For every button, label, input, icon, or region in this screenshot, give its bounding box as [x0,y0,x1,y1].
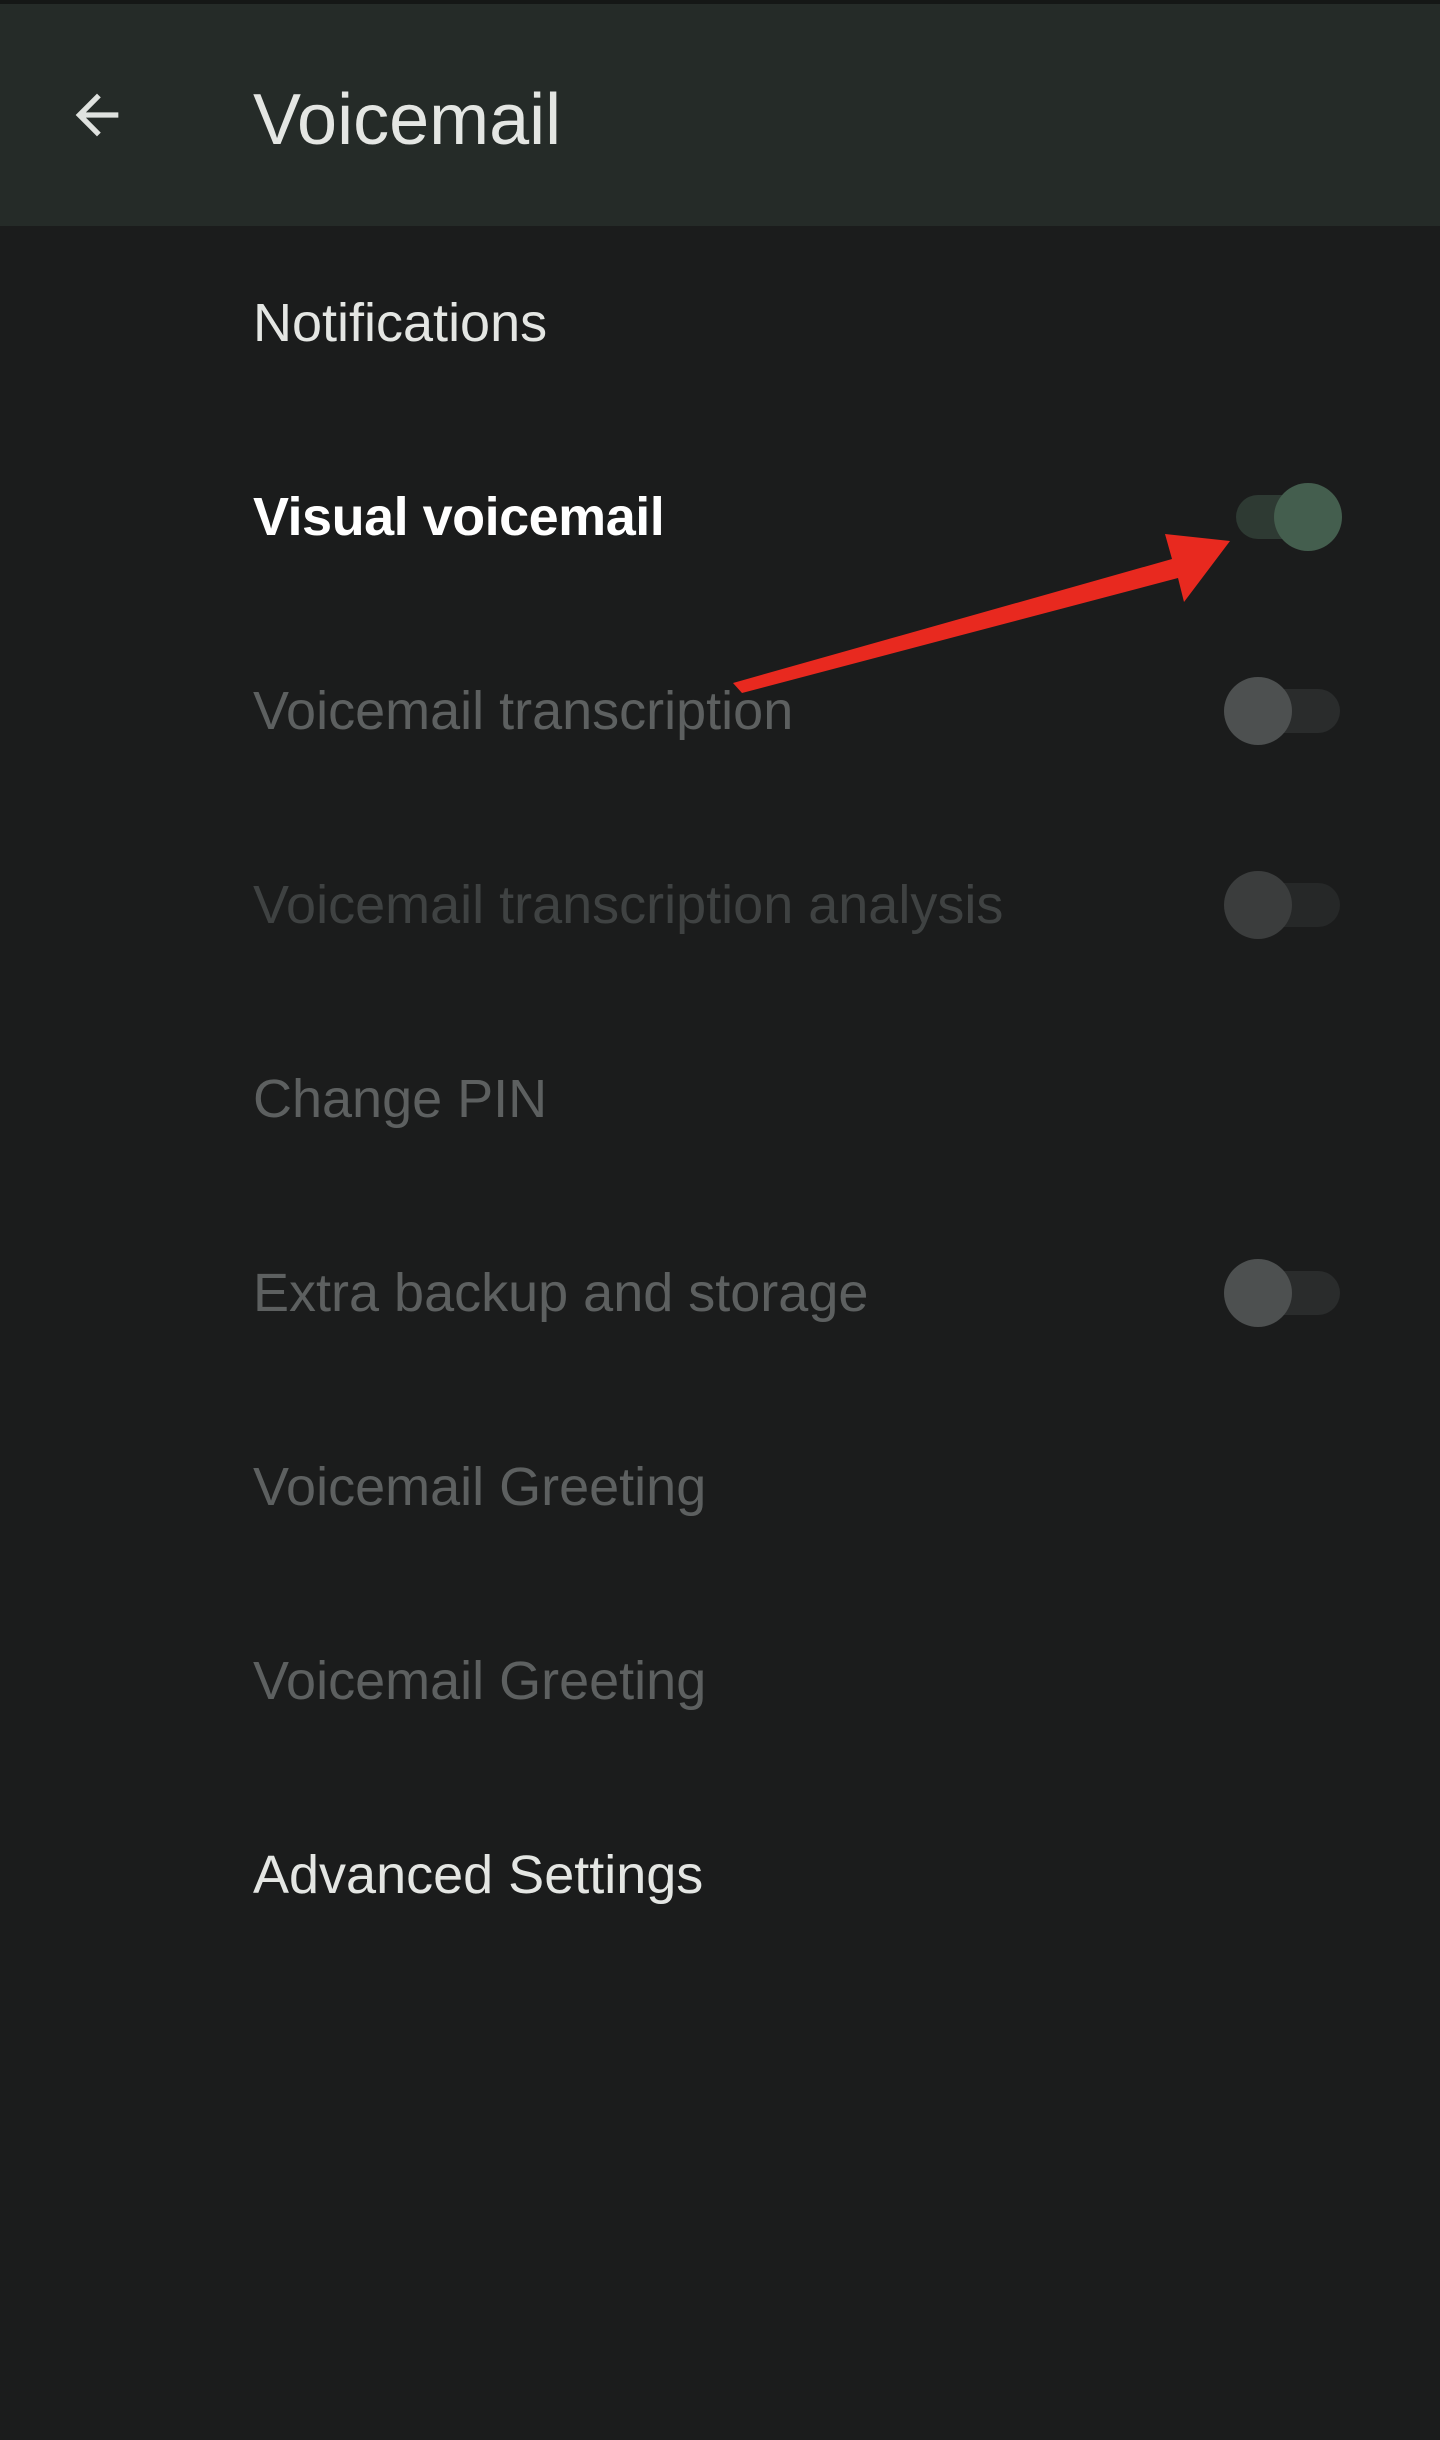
extra-backup-toggle[interactable] [1224,1253,1344,1333]
toggle-thumb [1224,871,1292,939]
setting-label: Advanced Settings [253,1845,704,1905]
setting-label: Voicemail transcription analysis [253,875,1004,935]
back-button[interactable] [52,70,142,160]
setting-label: Visual voicemail [253,487,665,547]
voicemail-transcription-toggle[interactable] [1224,671,1344,751]
setting-label: Voicemail Greeting [253,1651,707,1711]
setting-voicemail-transcription[interactable]: Voicemail transcription [0,614,1440,808]
setting-voicemail-transcription-analysis[interactable]: Voicemail transcription analysis [0,808,1440,1002]
app-bar: Voicemail [0,0,1440,226]
arrow-back-icon [75,93,119,137]
setting-label: Extra backup and storage [253,1263,869,1323]
setting-voicemail-greeting[interactable]: Voicemail Greeting [0,1584,1440,1778]
voicemail-transcription-analysis-toggle[interactable] [1224,865,1344,945]
setting-label: Voicemail transcription [253,681,794,741]
setting-change-pin[interactable]: Change PIN [0,1002,1440,1196]
setting-label: Voicemail Greeting [253,1457,707,1517]
setting-label: Change PIN [253,1069,548,1129]
toggle-thumb [1274,483,1342,551]
setting-voicemail-greeting[interactable]: Voicemail Greeting [0,1390,1440,1584]
setting-advanced-settings[interactable]: Advanced Settings [0,1778,1440,1972]
toggle-thumb [1224,1259,1292,1327]
setting-label: Notifications [253,293,548,353]
toggle-thumb [1224,677,1292,745]
setting-notifications[interactable]: Notifications [0,226,1440,420]
setting-visual-voicemail[interactable]: Visual voicemail [0,420,1440,614]
visual-voicemail-toggle[interactable] [1224,477,1344,557]
page-title: Voicemail [253,80,562,160]
setting-extra-backup[interactable]: Extra backup and storage [0,1196,1440,1390]
